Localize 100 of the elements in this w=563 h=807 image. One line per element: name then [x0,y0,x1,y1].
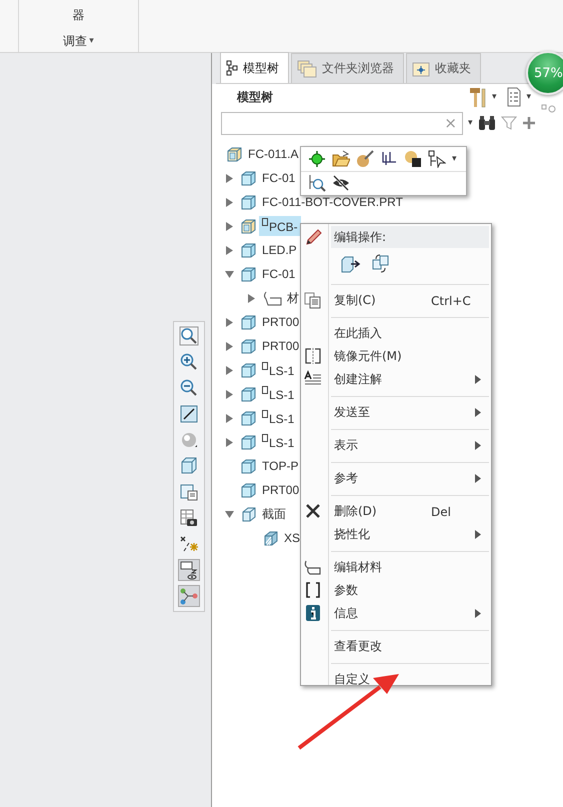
menu-item[interactable]: 删除(D) Del [331,500,489,523]
menu-item[interactable]: 挠性化 [331,523,489,546]
folders-icon [297,60,317,78]
open-folder-icon[interactable] [332,150,350,168]
tree-item[interactable]: PRT00 [259,481,302,499]
shading-icon [179,430,199,450]
tree-item[interactable]: LS-1 [259,384,298,404]
menu-item[interactable]: 参考 [331,467,489,490]
expand-arrow-icon[interactable] [222,270,236,278]
tree-item[interactable]: FC-01 [259,169,298,187]
view-toolbar-button[interactable] [178,507,200,529]
menu-item[interactable]: 信息 [331,602,489,625]
assembly-icon [240,218,257,234]
menu-item[interactable]: 编辑材料 [331,556,489,579]
delete-icon [304,502,322,520]
tree-item[interactable]: TOP-P [259,457,302,475]
menu-item[interactable]: 在此插入 [331,322,489,345]
sketch-view-icon [179,404,199,424]
table-camera-icon [179,508,199,528]
part-icon [240,314,257,330]
part-icon [240,458,257,474]
panel-tab[interactable]: 模型树 [220,52,289,83]
menu-item[interactable]: 表示 [331,434,489,457]
tree-item[interactable]: FC-01 [259,265,298,283]
part-icon [240,242,257,258]
tree-item[interactable]: PCB- [259,216,301,236]
tree-item[interactable]: LS-1 [259,408,298,428]
caret-icon[interactable]: ▾ [492,92,496,102]
tree-item[interactable]: LS-1 [259,360,298,380]
progress-percent: 57% [534,66,563,80]
tree-item[interactable]: XS [281,529,304,547]
view-toolbar-button[interactable] [178,325,200,347]
menu-item[interactable]: 复制(C) Ctrl+C [331,289,489,312]
view-manager-icon [179,482,199,502]
expand-arrow-icon[interactable] [222,510,236,518]
brush-icon[interactable] [356,150,374,168]
zoom-window-icon [179,326,199,346]
panel-tab[interactable]: 文件夹浏览器 [291,53,404,83]
cube-icon [179,456,199,476]
datum-display-icon [179,534,199,554]
tree-icon [226,60,238,76]
tree-item[interactable]: LED.P [259,241,300,259]
view-toolbar-button[interactable] [178,559,200,581]
move-icon[interactable] [341,254,363,272]
caret-icon[interactable]: ▾ [526,92,531,102]
cross-section-icon [262,530,279,546]
sphere-block-icon[interactable] [404,150,422,168]
caret-icon[interactable]: ▾ [89,36,94,46]
part-icon [240,194,257,210]
part-icon [240,338,257,354]
view-toolbar-button[interactable] [178,403,200,425]
hide-icon[interactable] [332,174,350,192]
caret-icon[interactable]: ▾ [468,118,473,128]
tree-item[interactable]: PRT00 [259,337,302,355]
panel-tab[interactable]: 收藏夹 [406,53,481,83]
part-icon [240,434,257,450]
group-title[interactable]: 调查 [63,32,88,50]
menu-item[interactable]: 发送至 [331,401,489,424]
part-icon [240,266,257,282]
tree-item[interactable]: 截面 [259,504,289,524]
caret-icon[interactable]: ▾ [452,154,457,164]
info-icon [304,604,322,622]
section-icon [240,506,257,522]
part-icon [240,482,257,498]
tree-item[interactable]: LS-1 [259,432,298,452]
node-graph-icon [179,586,199,606]
find-in-tree-icon[interactable] [308,174,326,192]
brackets-icon [304,581,322,599]
target-icon[interactable] [308,150,326,168]
ribbon-button-label: 器 [72,7,86,24]
zoom-in-icon [179,352,199,372]
zoom-out-icon [179,378,199,398]
tree-item[interactable]: FC-011-BOT-COVER.PRT [259,193,406,211]
tree-select-icon[interactable] [428,150,446,168]
dimension-icon[interactable] [380,150,398,168]
menu-item[interactable]: 镜像元件(M) [331,345,489,368]
replace-icon[interactable] [371,254,391,274]
display-filter-icon [179,560,199,580]
tag-icon [304,558,322,576]
tree-item[interactable]: 材 [284,288,302,308]
panel-title: 模型树 [237,88,274,106]
menu-item[interactable]: 创建注解 [331,368,489,391]
menu-item[interactable]: 自定义 [331,668,489,691]
part-icon [240,410,257,426]
pencil-icon [304,228,322,246]
assembly-icon [226,146,243,162]
copy-icon [304,291,322,309]
add-icon[interactable] [522,116,536,130]
part-icon [240,170,257,186]
menu-item[interactable]: 参数 [331,579,489,602]
mirror-icon [304,347,322,365]
tree-item[interactable]: PRT00 [259,313,302,331]
part-icon [240,362,257,378]
menu-item[interactable]: 查看更改 [331,635,489,658]
material-icon [262,290,282,306]
part-icon [240,386,257,402]
tree-item[interactable]: FC-011.A [245,145,302,163]
tools-icon[interactable] [468,86,488,108]
binoculars-icon[interactable] [478,115,496,131]
list-icon[interactable] [506,87,522,107]
